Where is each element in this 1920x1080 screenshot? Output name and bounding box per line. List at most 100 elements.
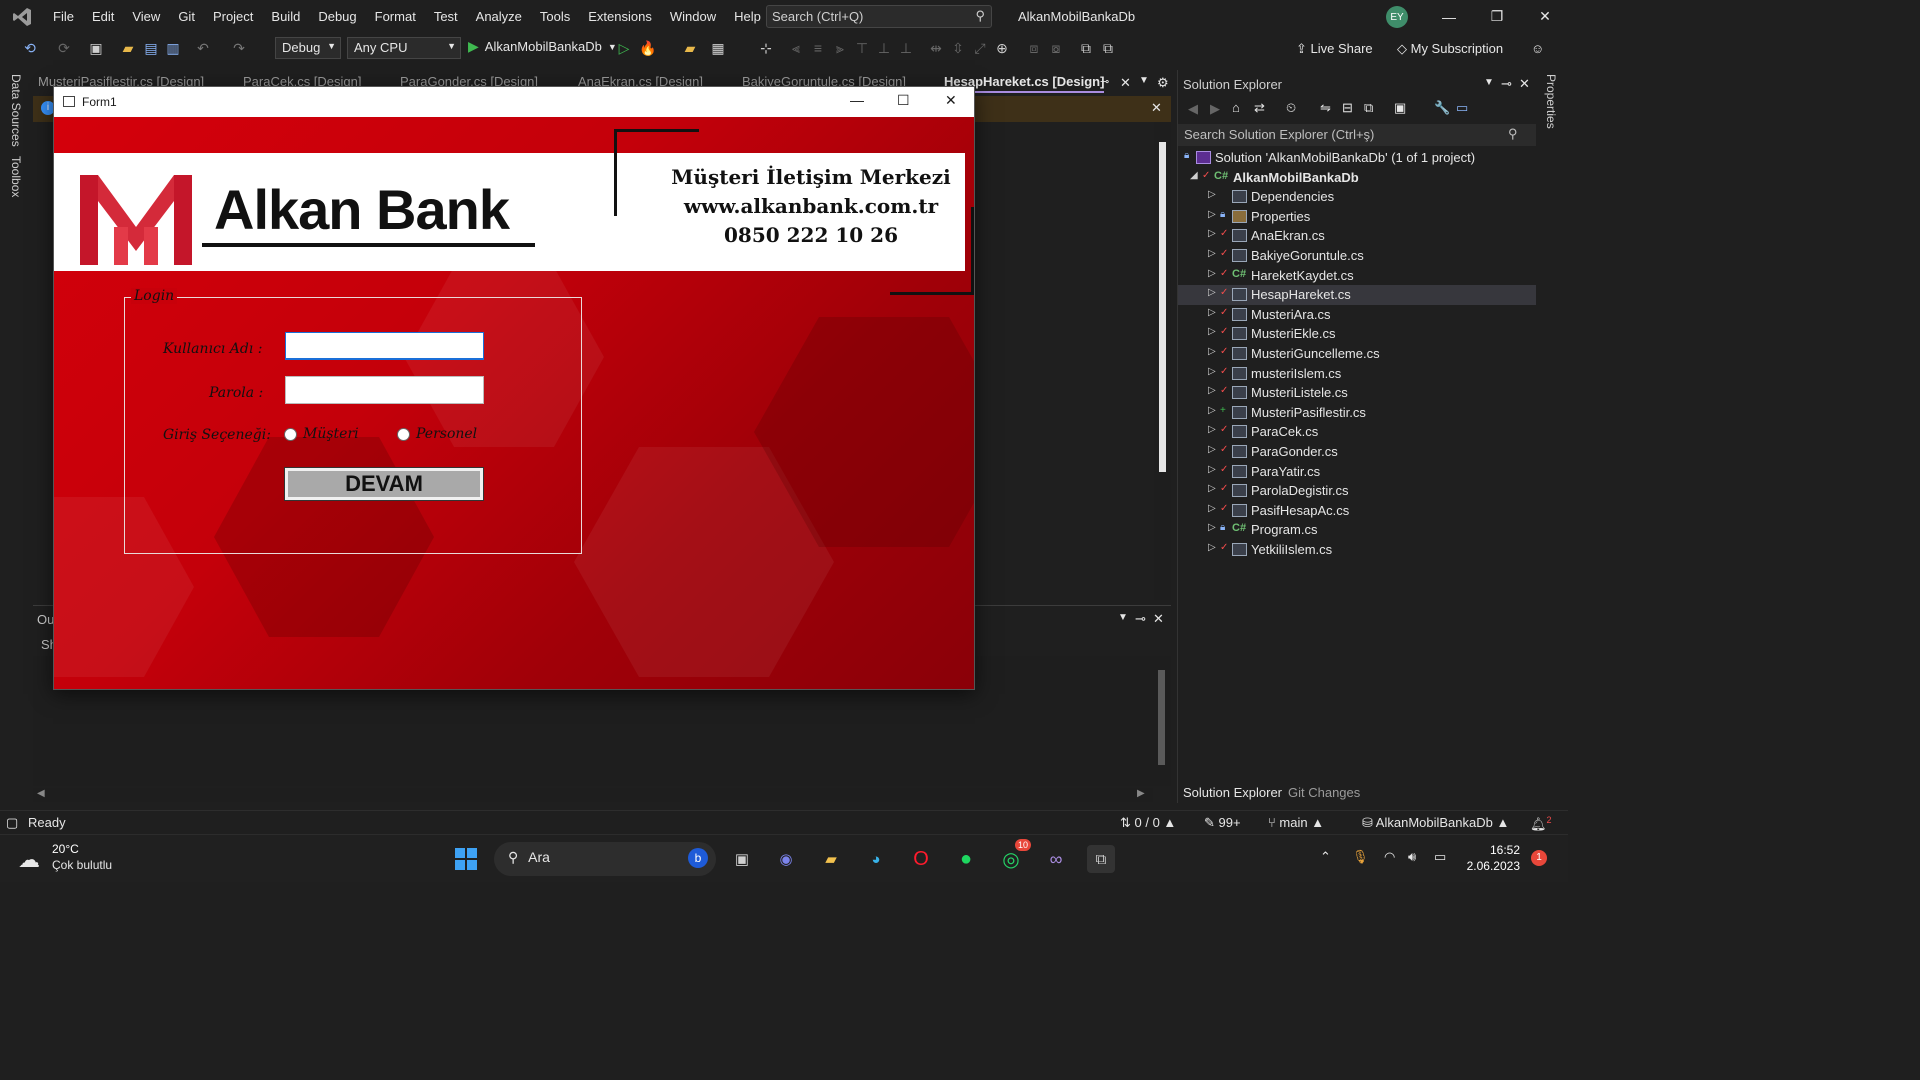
size-icon[interactable]: ⤢: [970, 38, 990, 58]
menu-extensions[interactable]: Extensions: [579, 0, 661, 33]
solution-item[interactable]: ▷ ✓ MusteriAra.cs: [1178, 305, 1536, 325]
back-icon[interactable]: ◀: [1188, 101, 1198, 117]
edge-icon[interactable]: ◕: [862, 845, 890, 873]
save-icon[interactable]: ▤: [141, 38, 161, 58]
tab-list-icon[interactable]: ▼: [1139, 75, 1149, 86]
output-scrollbar[interactable]: [1153, 656, 1171, 786]
send-back-icon[interactable]: ⧉: [1098, 38, 1118, 58]
menu-project[interactable]: Project: [204, 0, 262, 33]
solution-item[interactable]: ▷ ✓ AnaEkran.cs: [1178, 226, 1536, 246]
run-without-debug-icon[interactable]: ▷: [614, 38, 634, 58]
folder-icon[interactable]: ▰: [680, 38, 700, 58]
align-center-icon[interactable]: ≡: [808, 38, 828, 58]
solution-item[interactable]: ▷ ✓ HesapHareket.cs: [1178, 285, 1536, 305]
expand-icon[interactable]: ▷: [1208, 424, 1216, 435]
file-explorer-icon[interactable]: ▰: [817, 845, 845, 873]
expand-icon[interactable]: ▷: [1208, 405, 1216, 416]
tab-properties[interactable]: Properties: [1544, 74, 1558, 129]
menu-edit[interactable]: Edit: [83, 0, 123, 33]
panel-dropdown-icon[interactable]: ▼: [1118, 612, 1128, 623]
solution-node[interactable]: 🔒︎ Solution 'AlkanMobilBankaDb' (1 of 1 …: [1178, 148, 1536, 168]
pending-changes-icon[interactable]: ⏲: [1286, 100, 1296, 116]
password-input[interactable]: [285, 376, 484, 404]
task-view-icon[interactable]: ▣: [728, 845, 756, 873]
platform-select[interactable]: Any CPU ▼: [347, 37, 461, 59]
expand-icon[interactable]: ▷: [1208, 464, 1216, 475]
solution-item[interactable]: ▷ ✓ ParaGonder.cs: [1178, 442, 1536, 462]
expand-icon[interactable]: ▷: [1208, 346, 1216, 357]
menu-build[interactable]: Build: [262, 0, 309, 33]
menu-help[interactable]: Help: [725, 0, 770, 33]
start-icon[interactable]: [452, 845, 480, 873]
expand-icon[interactable]: ▷: [1208, 326, 1216, 337]
solution-item[interactable]: ▷ ✓ ParaCek.cs: [1178, 422, 1536, 442]
collapse-all-icon[interactable]: ⊟: [1342, 100, 1353, 116]
save-all-icon[interactable]: ▥: [163, 38, 183, 58]
start-debugging-button[interactable]: ▶ AlkanMobilBankaDb ▼: [468, 38, 617, 55]
close-panel-icon[interactable]: ✕: [1153, 611, 1164, 627]
close-icon[interactable]: ✕: [1522, 0, 1568, 33]
show-all-files-icon[interactable]: ⧉: [1364, 100, 1373, 116]
spacing-icon[interactable]: ⇹: [926, 38, 946, 58]
repo-indicator[interactable]: ⛁ AlkanMobilBankaDb ▲: [1362, 815, 1509, 831]
expand-icon[interactable]: ▷: [1208, 366, 1216, 377]
menu-debug[interactable]: Debug: [309, 0, 365, 33]
solution-item[interactable]: ▷ ✓ C# HareketKaydet.cs: [1178, 266, 1536, 286]
scrollbar-thumb[interactable]: [1158, 670, 1165, 765]
menu-window[interactable]: Window: [661, 0, 725, 33]
solution-search-input[interactable]: Search Solution Explorer (Ctrl+ş) ⚲: [1178, 124, 1536, 146]
radio-customer-label[interactable]: Müşteri: [303, 426, 359, 442]
menu-analyze[interactable]: Analyze: [467, 0, 531, 33]
close-panel-icon[interactable]: ✕: [1519, 76, 1530, 92]
menu-file[interactable]: File: [44, 0, 83, 33]
project-node[interactable]: ◢ ✓ C# AlkanMobilBankaDb: [1178, 168, 1536, 188]
align-right-icon[interactable]: ⫸: [830, 38, 850, 58]
solution-item[interactable]: ▷ 🔒︎ Properties: [1178, 207, 1536, 227]
expand-icon[interactable]: ▷: [1208, 287, 1216, 298]
form-app-icon[interactable]: ⧉: [1087, 845, 1115, 873]
menu-tools[interactable]: Tools: [531, 0, 579, 33]
radio-customer[interactable]: [284, 428, 297, 441]
visual-studio-logo-icon[interactable]: [0, 0, 44, 33]
whatsapp-icon[interactable]: ◎ 10: [997, 839, 1031, 873]
expand-icon[interactable]: ▷: [1208, 522, 1216, 533]
config-select[interactable]: Debug ▼: [275, 37, 341, 59]
scroll-right-icon[interactable]: ▶: [1137, 788, 1145, 799]
menu-git[interactable]: Git: [169, 0, 204, 33]
solution-item[interactable]: ▷ ✓ MusteriEkle.cs: [1178, 324, 1536, 344]
solution-item[interactable]: ▷ ✓ ParaYatir.cs: [1178, 462, 1536, 482]
back-icon[interactable]: ⟲: [20, 38, 40, 58]
form-maximize-icon[interactable]: ☐: [897, 92, 910, 109]
align-top-icon[interactable]: ⊤: [852, 38, 872, 58]
panel-dropdown-icon[interactable]: ▼: [1484, 77, 1494, 88]
taskbar-clock[interactable]: 16:52 2.06.2023: [1462, 842, 1520, 874]
forward-icon[interactable]: ⟳: [54, 38, 74, 58]
menu-test[interactable]: Test: [425, 0, 467, 33]
tab-toolbox[interactable]: Toolbox: [9, 156, 23, 197]
solution-item[interactable]: ▷ ✓ BakiyeGoruntule.cs: [1178, 246, 1536, 266]
solution-item[interactable]: ▷ ✓ musteriIslem.cs: [1178, 364, 1536, 384]
minimize-icon[interactable]: —: [1426, 0, 1472, 33]
bring-front-icon[interactable]: ⧉: [1076, 38, 1096, 58]
vspace-icon[interactable]: ⧇: [1046, 38, 1066, 58]
solution-item[interactable]: ▷ ✓ PasifHesapAc.cs: [1178, 501, 1536, 521]
close-infobar-icon[interactable]: ✕: [1151, 100, 1162, 116]
settings-icon[interactable]: ⚙: [1157, 75, 1169, 91]
hspace-icon[interactable]: ⧈: [1024, 38, 1044, 58]
expand-icon[interactable]: ▷: [1208, 248, 1216, 259]
expand-icon[interactable]: ▷: [1208, 444, 1216, 455]
microphone-icon[interactable]: 🎙︎: [1352, 849, 1369, 865]
output-hscrollbar[interactable]: ◀ ▶: [33, 788, 1153, 802]
solution-item[interactable]: ▷ ✓ ParolaDegistir.cs: [1178, 481, 1536, 501]
feedback-icon[interactable]: ☺: [1531, 41, 1544, 56]
ide-search-input[interactable]: Search (Ctrl+Q) ⚲: [766, 5, 992, 28]
expand-icon[interactable]: ▷: [1208, 385, 1216, 396]
align-left-icon[interactable]: ⫷: [786, 38, 806, 58]
align-bottom-icon[interactable]: ⊥: [896, 38, 916, 58]
show-hidden-icons-icon[interactable]: ⌃: [1320, 849, 1331, 865]
wifi-icon[interactable]: ◠: [1384, 849, 1395, 865]
subscription-button[interactable]: ◇ My Subscription: [1397, 41, 1503, 57]
redo-icon[interactable]: ↷: [229, 38, 249, 58]
expand-icon[interactable]: ▷: [1208, 483, 1216, 494]
expand-icon[interactable]: ▷: [1208, 228, 1216, 239]
